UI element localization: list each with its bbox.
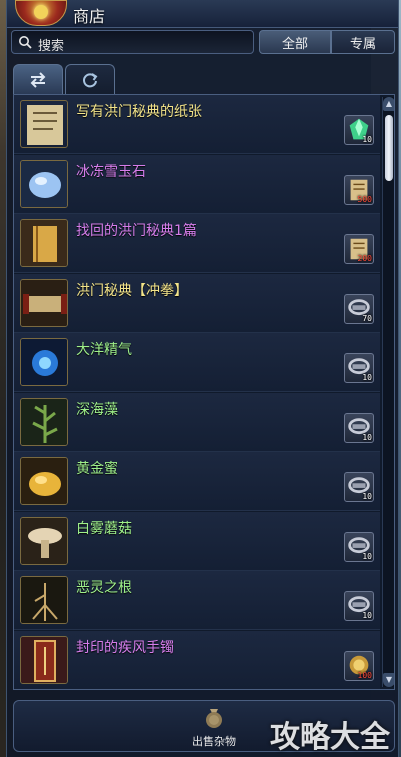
item-row[interactable]: 冰冻雪玉石 500: [14, 154, 380, 214]
sell-junk-label: 出售杂物: [192, 735, 236, 748]
mushroom-icon: [20, 516, 68, 565]
tab-trade[interactable]: [13, 64, 63, 94]
filter-exclusive-button[interactable]: 专属: [331, 30, 395, 54]
green-gem-icon: 10: [344, 115, 374, 145]
item-price: 10: [362, 135, 372, 144]
item-row[interactable]: 大洋精气 10: [14, 333, 380, 392]
item-name: 洪门秘典【冲拳】: [76, 282, 188, 299]
ice-jade-stone-icon: [20, 159, 68, 208]
scroll-thumb[interactable]: [385, 115, 393, 181]
book-currency-icon: 200: [344, 234, 374, 264]
item-price: 70: [362, 313, 372, 323]
item-row[interactable]: 白雾蘑菇 10: [14, 511, 380, 571]
item-name: 白雾蘑菇: [76, 520, 132, 537]
item-name: 大洋精气: [76, 342, 132, 358]
title-bar: 商店: [7, 0, 398, 28]
coin-token-icon: 70: [344, 293, 374, 324]
ocean-essence-icon: [20, 338, 68, 386]
sell-junk-button[interactable]: 出售杂物: [184, 705, 244, 749]
filter-all-button[interactable]: 全部: [259, 30, 331, 54]
item-row[interactable]: 找回的洪门秘典1篇 200: [14, 214, 380, 273]
item-row[interactable]: 封印的疾风手镯 100: [14, 630, 380, 689]
window-title: 商店: [73, 7, 106, 26]
coin-token-icon: 10: [344, 591, 374, 621]
coin-token-icon: 10: [344, 353, 374, 383]
coin-token-icon: 10: [344, 472, 374, 502]
search-label: 搜索: [38, 39, 65, 54]
item-row[interactable]: 写有洪门秘典的纸张 10: [14, 95, 380, 154]
item-row[interactable]: 恶灵之根 10: [14, 571, 380, 630]
watermark-text: 攻略大全: [270, 720, 390, 755]
item-row[interactable]: 深海藻 10: [14, 392, 380, 452]
item-price: 10: [362, 551, 372, 561]
open-scroll-icon: [20, 278, 68, 327]
item-name: 找回的洪门秘典1篇: [76, 223, 197, 239]
shop-emblem-icon: [15, 0, 67, 26]
money-bag-icon: [206, 709, 222, 728]
item-name: 封印的疾风手镯: [76, 639, 174, 656]
swap-arrows-icon: [30, 71, 46, 88]
item-name: 黄金蜜: [76, 461, 118, 477]
gold-medal-icon: 100: [344, 650, 374, 681]
refresh-icon: [83, 72, 98, 87]
item-name: 恶灵之根: [76, 580, 132, 596]
item-price: 10: [362, 492, 372, 501]
paper-scroll-icon: [20, 100, 68, 148]
secret-book-icon: [20, 219, 68, 267]
item-price: 10: [362, 432, 372, 442]
item-row[interactable]: 洪门秘典【冲拳】 70: [14, 273, 380, 333]
item-name: 写有洪门秘典的纸张: [76, 104, 202, 120]
item-price: 100: [357, 670, 372, 680]
item-list: 写有洪门秘典的纸张 10 冰冻雪玉石 500 找回的洪门秘典1篇 200 洪门秘典【冲拳】 7…: [13, 94, 395, 690]
root-icon: [20, 576, 68, 624]
coin-token-icon: 10: [344, 531, 374, 562]
scroll-down-arrow-icon[interactable]: ▼: [383, 673, 394, 687]
item-price: 10: [362, 611, 372, 620]
book-currency-icon: 500: [344, 174, 374, 205]
coin-token-icon: 10: [344, 412, 374, 443]
scroll-up-arrow-icon[interactable]: ▲: [383, 97, 394, 111]
search-icon: [19, 36, 32, 49]
search-input[interactable]: 搜索: [11, 30, 254, 54]
seaweed-icon: [20, 397, 68, 446]
item-price: 500: [357, 194, 372, 204]
tab-buyback[interactable]: [65, 64, 115, 94]
item-price: 200: [357, 254, 372, 263]
scrollbar[interactable]: ▲ ▼: [382, 97, 394, 687]
sealed-bracelet-icon: [20, 635, 68, 684]
item-price: 10: [362, 373, 372, 382]
golden-honey-icon: [20, 457, 68, 505]
shop-window: 商店 搜索 全部 专属 写有洪门秘典的纸张 10 冰冻雪玉石 500 找回的洪门秘典1篇…: [6, 0, 399, 757]
item-name: 冰冻雪玉石: [76, 163, 146, 180]
item-row[interactable]: 黄金蜜 10: [14, 452, 380, 511]
item-name: 深海藻: [76, 401, 118, 418]
